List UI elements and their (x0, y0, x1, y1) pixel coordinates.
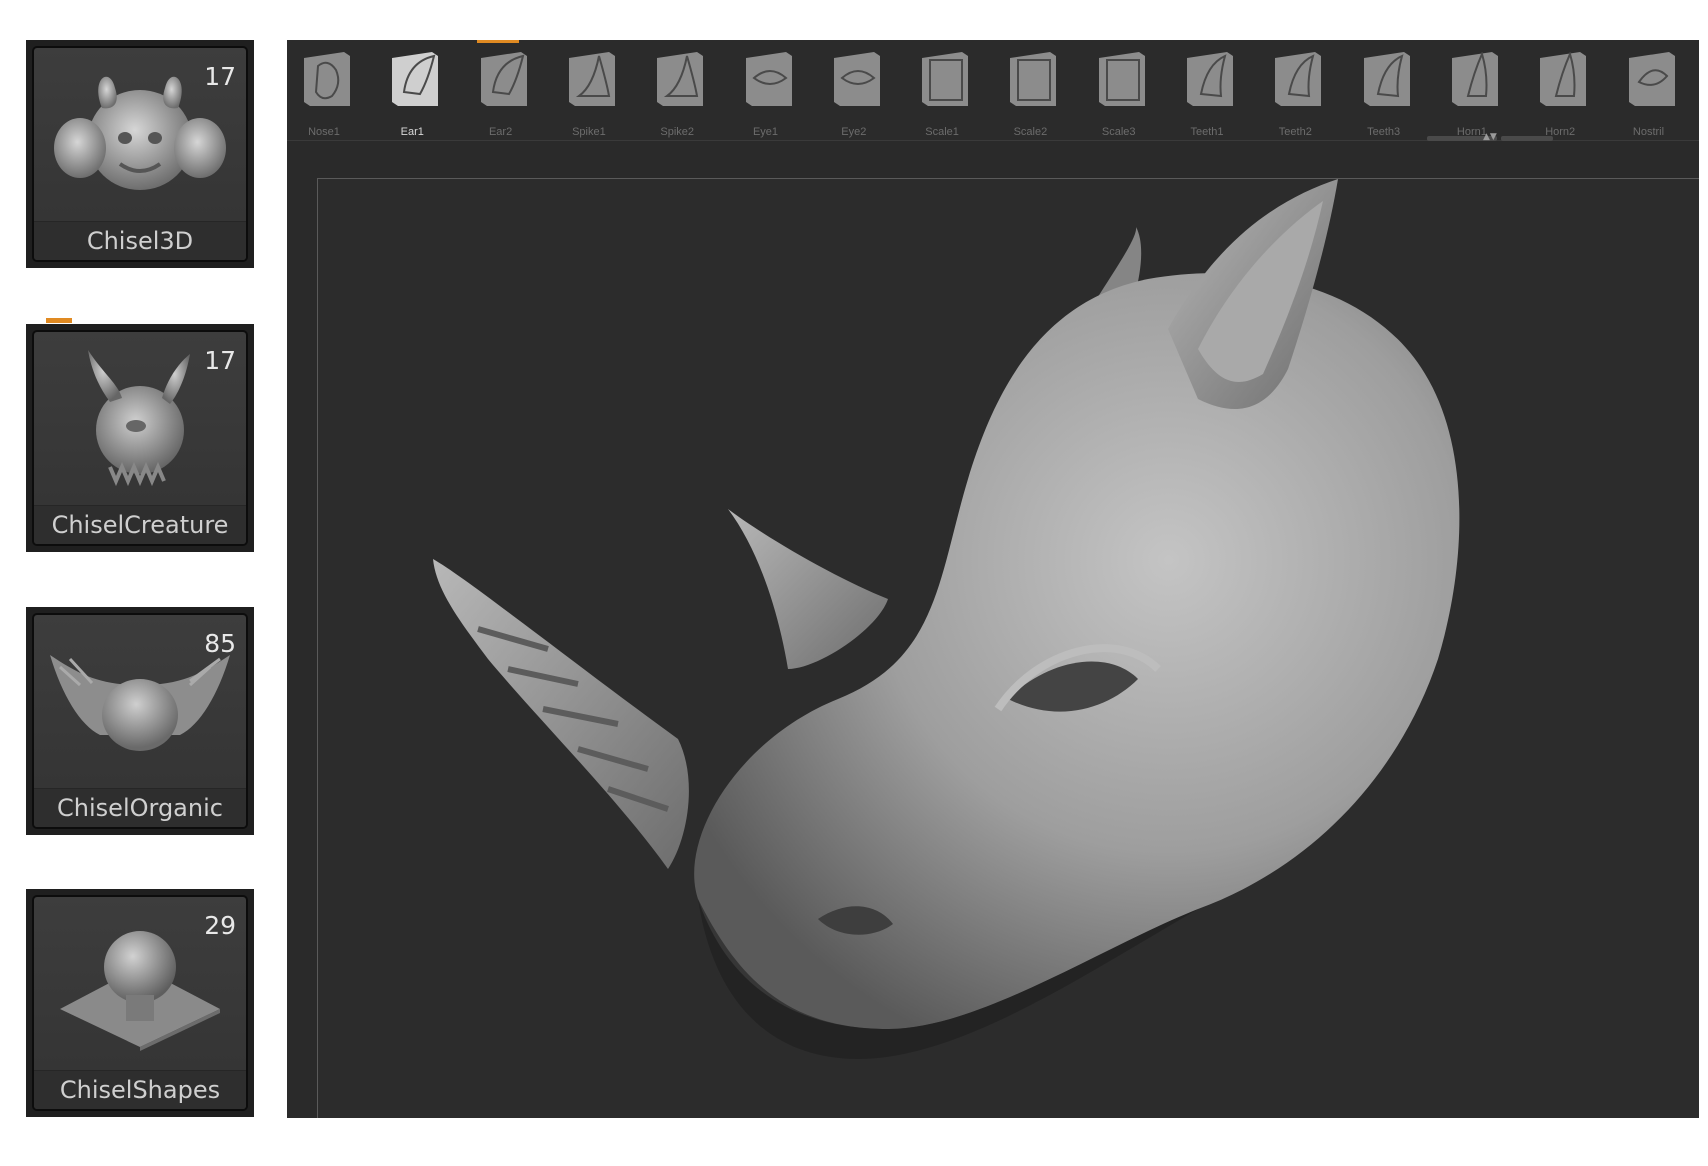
shelf-scroll-arrows-icon[interactable]: ▲▼ (1483, 132, 1497, 142)
brush-count: 29 (204, 911, 236, 940)
shelf-item-teeth2[interactable]: Teeth2 (1265, 48, 1325, 138)
spike-alpha-icon (568, 52, 615, 106)
shelf-item-teeth3[interactable]: Teeth3 (1354, 48, 1414, 138)
selection-marker (46, 318, 72, 323)
shelf-item-label: Spike1 (572, 126, 606, 138)
teeth-alpha-icon (1187, 52, 1233, 106)
shelf-active-marker (477, 40, 519, 43)
ear-alpha-icon (392, 52, 439, 106)
teeth-alpha-icon (1275, 52, 1322, 106)
shelf-item-label: Nostril (1632, 126, 1665, 138)
brush-tile-chisel3d[interactable]: 17 Chisel3D (26, 40, 254, 268)
shelf-item-label: Teeth2 (1278, 126, 1312, 138)
insert-mesh-shelf: Nose1 Ear1 Ear2 Spike1 Spike2 Eye1 Eye2 Scale1 S… (287, 40, 1699, 142)
shelf-item-label: Eye1 (752, 126, 779, 138)
eye-alpha-icon (833, 52, 880, 106)
scale-alpha-icon (1098, 52, 1145, 106)
horn-alpha-icon (1451, 52, 1498, 106)
brush-label: ChiselShapes (34, 1070, 246, 1109)
shelf-item-spike2[interactable]: Spike2 (647, 48, 707, 138)
brush-label: ChiselOrganic (34, 788, 246, 827)
shelf-item-label: Ear2 (488, 126, 513, 138)
shelf-item-eye2[interactable]: Eye2 (824, 48, 884, 138)
brush-count: 85 (204, 629, 236, 658)
brush-label: Chisel3D (34, 221, 246, 260)
brush-tile-chiselcreature[interactable]: 17 ChiselCreature (26, 318, 254, 552)
shelf-item-label: Nose1 (308, 126, 340, 138)
sculpt-viewport[interactable] (317, 178, 1699, 1118)
shelf-item-ear2[interactable]: Ear2 (471, 48, 531, 138)
brush-tile-chiselorganic[interactable]: 85 ChiselOrganic (26, 607, 254, 835)
shelf-item-label: Scale2 (1013, 126, 1048, 138)
shelf-item-ear1[interactable]: Ear1 (382, 48, 442, 138)
brush-count: 17 (204, 62, 236, 91)
ear-alpha-icon (480, 52, 527, 106)
shelf-item-label: Scale1 (925, 126, 959, 138)
shelf-item-horn1[interactable]: Horn1 (1442, 48, 1502, 138)
zbrush-window: Nose1 Ear1 Ear2 Spike1 Spike2 Eye1 Eye2 Scale1 S… (287, 40, 1699, 1118)
brush-count: 17 (204, 346, 236, 375)
brush-tile-chiselshapes[interactable]: 29 ChiselShapes (26, 889, 254, 1117)
shelf-item-nose1[interactable]: Nose1 (294, 48, 354, 138)
horn-alpha-icon (1540, 52, 1587, 106)
shelf-scrollbar-right[interactable] (1501, 136, 1553, 141)
shelf-item-scale1[interactable]: Scale1 (912, 48, 972, 138)
shelf-item-label: Ear1 (400, 126, 424, 138)
spike-alpha-icon (657, 52, 704, 106)
shelf-item-label: Scale3 (1101, 126, 1136, 138)
rhino-head-model (433, 179, 1460, 1059)
shelf-item-label: Eye2 (841, 126, 867, 138)
shelf-item-scale2[interactable]: Scale2 (1000, 48, 1060, 138)
shelf-item-label: Teeth1 (1190, 126, 1224, 138)
nose-alpha-icon (304, 52, 350, 106)
shelf-item-scale3[interactable]: Scale3 (1089, 48, 1149, 138)
shelf-item-teeth1[interactable]: Teeth1 (1177, 48, 1237, 138)
shelf-item-label: Spike2 (660, 126, 694, 138)
shelf-item-label: Teeth3 (1367, 126, 1401, 138)
scale-alpha-icon (1010, 52, 1057, 106)
teeth-alpha-icon (1363, 52, 1410, 106)
nostril-alpha-icon (1628, 52, 1675, 106)
shelf-item-nostril[interactable]: Nostril (1619, 48, 1679, 138)
brush-label: ChiselCreature (34, 505, 246, 544)
shelf-item-spike1[interactable]: Spike1 (559, 48, 619, 138)
scale-alpha-icon (922, 52, 969, 106)
eye-alpha-icon (745, 52, 792, 106)
shelf-item-horn2[interactable]: Horn2 (1530, 48, 1590, 138)
shelf-item-eye1[interactable]: Eye1 (736, 48, 796, 138)
